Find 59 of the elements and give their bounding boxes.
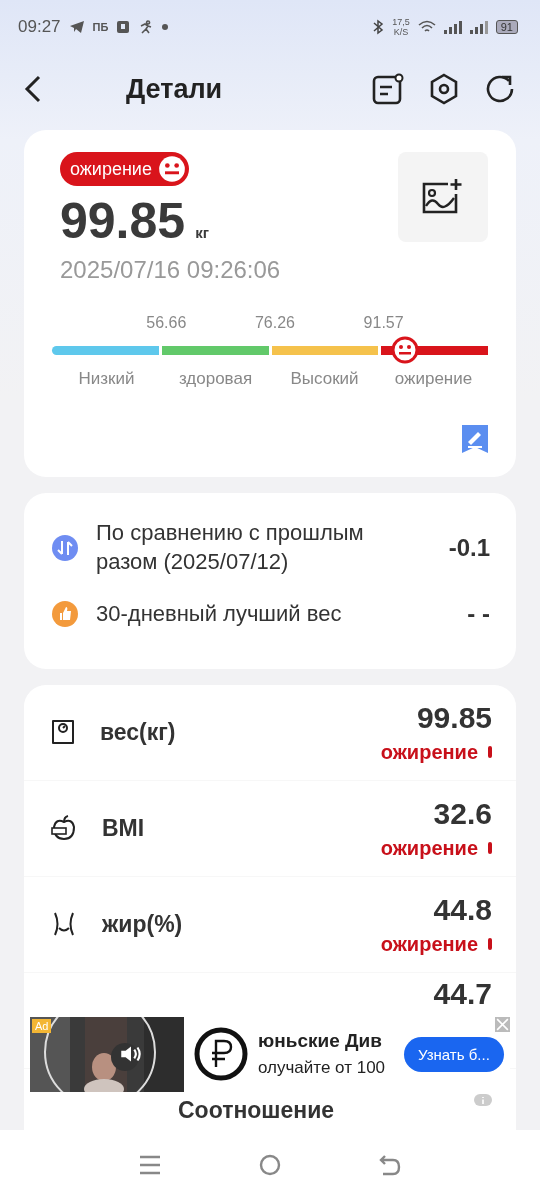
scale-label: Низкий (77, 369, 136, 389)
edit-icon[interactable] (462, 425, 488, 453)
thumbs-up-icon (52, 601, 78, 628)
settings-icon[interactable] (428, 73, 460, 105)
measurement-datetime: 2025/07/16 09:26:06 (60, 256, 281, 284)
comparison-label: 30-дневный лучший вес (96, 600, 343, 629)
back-icon[interactable] (24, 75, 42, 103)
bluetooth-icon (372, 19, 385, 35)
menu-icon[interactable] (139, 1155, 161, 1175)
metric-label: BMI (102, 814, 145, 842)
status-marker (488, 746, 492, 759)
wifi-icon (417, 20, 436, 34)
metric-label: жир(%) (102, 910, 183, 938)
metric-value: 99.85 (416, 700, 492, 735)
comparison-value: - - (467, 600, 490, 629)
status-carrier: ПБ (92, 21, 109, 33)
scale-tick: 56.66 (146, 314, 187, 332)
status-time: 09:27 (18, 17, 61, 37)
network-speed: 17,5 K/S (392, 17, 410, 37)
add-image-icon (422, 178, 464, 216)
scale-tick: 91.57 (363, 314, 404, 332)
ruble-logo-icon (194, 1027, 248, 1082)
page-title: Детали (126, 73, 223, 105)
home-icon[interactable] (259, 1154, 281, 1176)
metric-label: вес(кг) (100, 718, 176, 746)
apple-icon (50, 814, 78, 843)
ad-text: олучайте от 100 (258, 1058, 387, 1079)
note-icon[interactable] (372, 73, 404, 105)
metric-status: ожирение (380, 836, 478, 860)
status-marker (488, 938, 492, 951)
comparison-value: -0.1 (448, 533, 490, 562)
refresh-icon[interactable] (484, 73, 516, 105)
status-badge: ожирение (60, 152, 189, 186)
signal-icon (443, 20, 462, 34)
scale-label: Высокий (289, 369, 360, 389)
scale-tick: 76.26 (254, 314, 295, 332)
metric-value: 32.6 (433, 796, 492, 831)
metric-value: 44.8 (433, 892, 492, 927)
metric-status: ожирение (380, 740, 478, 764)
comparison-label: По сравнению с прошлым разом (2025/07/12) (96, 519, 365, 576)
telegram-icon (68, 20, 85, 34)
compare-icon (52, 534, 78, 561)
ad-title: юньские Див (258, 1030, 383, 1053)
scale-label: ожирение (393, 369, 474, 389)
app-icon (116, 20, 131, 34)
status-marker (488, 842, 492, 855)
add-photo-button[interactable] (398, 152, 488, 242)
signal-icon (469, 20, 488, 34)
back-gesture-icon[interactable] (379, 1154, 401, 1176)
metric-status: ожирение (380, 932, 478, 956)
scale-icon (50, 718, 76, 747)
notification-dot (162, 24, 169, 30)
ad-action-button[interactable]: Узнать б... (404, 1036, 504, 1072)
battery-indicator: 91 (495, 20, 518, 34)
scale-label: здоровая (177, 369, 254, 389)
metric-label: Соотношение (178, 1096, 335, 1124)
weight-value: 99.85 (60, 192, 186, 250)
metric-value: 44.7 (433, 976, 492, 1011)
weight-unit: кг (195, 224, 209, 241)
